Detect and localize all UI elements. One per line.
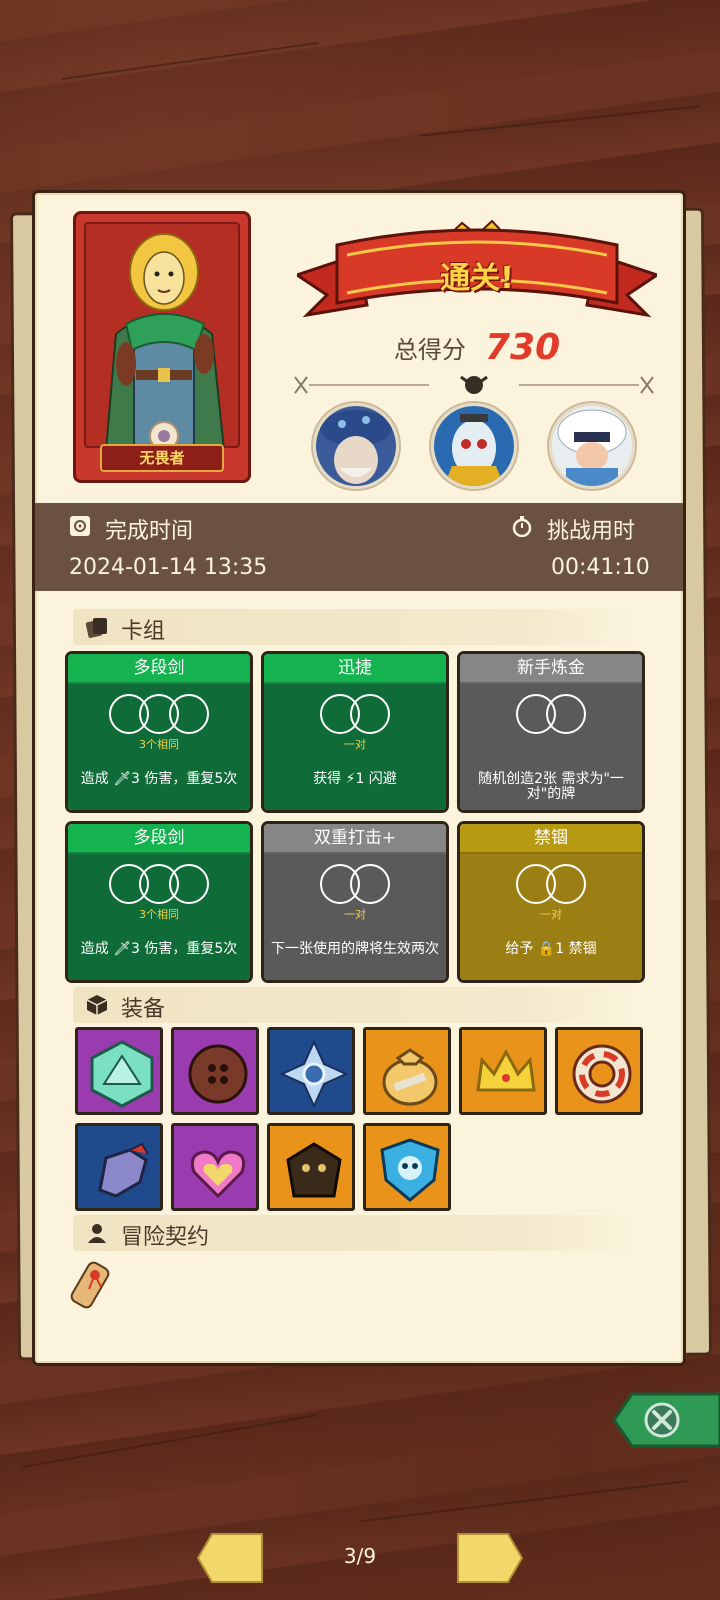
card-title: 迅捷 [264, 654, 446, 684]
skull-shield-icon [380, 1138, 440, 1202]
equipment-section-header: 装备 [73, 987, 635, 1023]
boss-portrait-3[interactable] [549, 403, 635, 489]
life-ring-icon [572, 1044, 632, 1104]
deck-card[interactable]: 新手炼金随机创造2张 需求为"一对"的牌 [457, 651, 645, 813]
requirement-ring [320, 864, 360, 904]
requirement-ring [169, 864, 209, 904]
deck-card[interactable]: 迅捷一对获得 ⚡1 闪避 [261, 651, 449, 813]
deck-section-header: 卡组 [73, 609, 635, 645]
heart-amulet-icon [190, 1150, 246, 1199]
requirement-ring [350, 864, 390, 904]
d20-dice-icon [90, 1040, 154, 1108]
cards-icon [85, 618, 107, 638]
boss-portrait-1[interactable] [313, 403, 399, 489]
score-value: 730 [484, 327, 561, 368]
requirement-ring [546, 694, 586, 734]
scroll-icon[interactable] [65, 1259, 119, 1313]
card-requirement: 一对 [344, 738, 366, 751]
equipment-slot[interactable] [75, 1123, 163, 1211]
card-title: 多段剑 [68, 824, 250, 854]
calendar-icon [70, 516, 90, 536]
gauntlet-icon [98, 1142, 149, 1198]
boss-portrait-2[interactable] [431, 403, 517, 489]
victory-banner: 通关! [293, 215, 661, 325]
contract-section-header: 冒险契约 [73, 1215, 635, 1251]
person-icon [88, 1224, 106, 1243]
card-description: 造成 🗡3 伤害，重复5次 [80, 941, 238, 957]
hero-card[interactable]: 无畏者 [73, 211, 251, 483]
box-icon [86, 995, 108, 1015]
requirement-rings [109, 864, 209, 904]
equipment-slot[interactable] [363, 1027, 451, 1115]
card-requirement: 3个相同 [139, 738, 179, 751]
dark-cloak-icon [286, 1142, 342, 1198]
card-title: 多段剑 [68, 654, 250, 684]
score-label: 总得分 [393, 336, 466, 364]
requirement-ring [139, 694, 179, 734]
equipment-title: 装备 [121, 997, 166, 1022]
money-bag-icon [382, 1048, 438, 1106]
requirement-ring [109, 694, 149, 734]
snowflake-emblem-icon [279, 1039, 349, 1109]
stats-strip: 完成时间 2024-01-14 13:35 挑战用时 00:41:10 [35, 503, 683, 591]
deck-card[interactable]: 多段剑 3个相同造成 🗡3 伤害，重复5次 [65, 651, 253, 813]
card-description: 给予 🔒1 禁锢 [505, 941, 597, 957]
deck-card[interactable]: 双重打击+ 一对下一张使用的牌将生效两次 [261, 821, 449, 983]
score-row: 总得分 730 [297, 327, 657, 368]
finish-time-label: 完成时间 [105, 519, 194, 544]
prev-page-button[interactable] [194, 1530, 266, 1586]
requirement-rings [320, 694, 390, 734]
requirement-ring [516, 864, 556, 904]
next-page-button[interactable] [454, 1530, 526, 1586]
card-title: 双重打击+ [264, 824, 446, 854]
equipment-slot[interactable] [267, 1123, 355, 1211]
victory-title: 通关! [440, 261, 514, 296]
equipment-slot[interactable] [363, 1123, 451, 1211]
crown-icon [476, 1048, 536, 1092]
page-indicator: 3/9 [343, 1544, 377, 1568]
requirement-ring [109, 864, 149, 904]
contract-title: 冒险契约 [121, 1225, 210, 1250]
equipment-slot[interactable] [267, 1027, 355, 1115]
deck-card[interactable]: 多段剑 3个相同造成 🗡3 伤害，重复5次 [65, 821, 253, 983]
deck-card[interactable]: 禁锢一对给予 🔒1 禁锢 [457, 821, 645, 983]
finish-time-value: 2024-01-14 13:35 [69, 555, 268, 580]
result-panel: 无畏者 通关! 总得分 730 完成时间 2024-01-14 13:35 挑战… [32, 190, 686, 1366]
requirement-rings [516, 694, 586, 734]
card-requirement: 3个相同 [139, 908, 179, 921]
equipment-slot[interactable] [459, 1027, 547, 1115]
card-requirement: 一对 [344, 908, 366, 921]
stopwatch-icon [512, 516, 532, 537]
requirement-rings [320, 864, 390, 904]
card-title: 新手炼金 [460, 654, 642, 684]
requirement-ring [516, 694, 556, 734]
card-description: 随机创造2张 需求为"一对"的牌 [478, 771, 624, 802]
deck-title: 卡组 [121, 619, 166, 644]
equipment-slot[interactable] [171, 1027, 259, 1115]
requirement-rings [109, 694, 209, 734]
hero-name-label: 无畏者 [100, 444, 224, 472]
equipment-slot[interactable] [75, 1027, 163, 1115]
requirement-ring [546, 864, 586, 904]
challenge-time-value: 00:41:10 [551, 555, 650, 580]
card-requirement: 一对 [540, 908, 562, 921]
card-description: 造成 🗡3 伤害，重复5次 [80, 771, 238, 787]
requirement-ring [320, 694, 360, 734]
requirement-rings [516, 864, 586, 904]
card-title: 禁锢 [460, 824, 642, 854]
equipment-slot[interactable] [555, 1027, 643, 1115]
hero-portrait [84, 222, 240, 448]
requirement-ring [169, 694, 209, 734]
requirement-ring [350, 694, 390, 734]
card-description: 下一张使用的牌将生效两次 [271, 941, 439, 957]
button-icon [188, 1044, 248, 1104]
card-description: 获得 ⚡1 闪避 [313, 771, 397, 787]
boss-divider [289, 373, 659, 397]
challenge-time-label: 挑战用时 [547, 519, 636, 544]
close-button[interactable] [610, 1390, 720, 1450]
requirement-ring [139, 864, 179, 904]
equipment-slot[interactable] [171, 1123, 259, 1211]
